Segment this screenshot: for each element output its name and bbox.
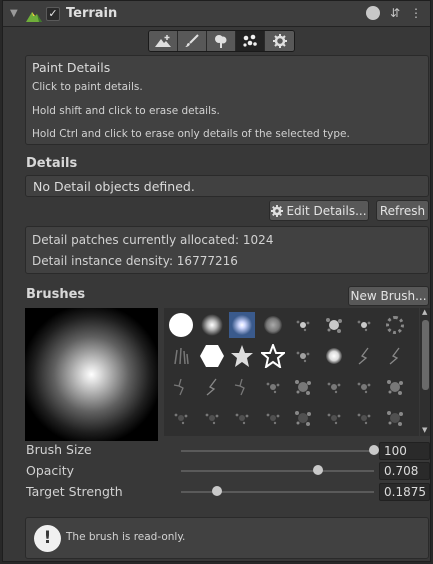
brush-thumbnail[interactable]: [290, 312, 316, 338]
terrain-inspector: ▼ ✓ Terrain ? ⇵ ⋮ Paint Details Click to…: [2, 0, 431, 562]
brush-thumbnail[interactable]: [229, 312, 255, 338]
terrain-tool-toolbar: [148, 30, 295, 52]
brush-thumbnail[interactable]: [168, 405, 194, 431]
paint-details-line-3: Hold Ctrl and click to erase only detail…: [32, 128, 350, 140]
brush-thumbnail[interactable]: [168, 374, 194, 400]
brush-thumbnail[interactable]: [351, 374, 377, 400]
detail-stats-box: Detail patches currently allocated: 1024…: [25, 226, 429, 274]
detail-patches-text: Detail patches currently allocated: 1024: [32, 233, 274, 247]
brush-thumbnail[interactable]: [260, 312, 286, 338]
brushes-heading: Brushes: [26, 287, 86, 302]
detail-list-empty-message: No Detail objects defined.: [33, 179, 195, 194]
brush-thumbnail[interactable]: [260, 374, 286, 400]
brush-thumbnail[interactable]: [321, 374, 347, 400]
brush-thumbnail[interactable]: [321, 312, 347, 338]
target-strength-slider-knob[interactable]: [212, 486, 223, 496]
brush-thumbnail[interactable]: [260, 343, 286, 369]
brush-thumbnail[interactable]: [229, 405, 255, 431]
opacity-slider[interactable]: [181, 470, 374, 472]
brush-thumbnail[interactable]: [168, 312, 194, 338]
new-brush-button[interactable]: New Brush...: [348, 286, 429, 306]
brush-preview: [25, 308, 158, 441]
brush-thumbnail[interactable]: [199, 312, 225, 338]
brush-thumbnail[interactable]: [382, 374, 408, 400]
brush-size-slider-knob[interactable]: [369, 445, 379, 455]
brush-thumbnail[interactable]: [321, 343, 347, 369]
brush-thumbnail[interactable]: [260, 405, 286, 431]
brush-size-label: Brush Size: [26, 442, 92, 457]
target-strength-slider[interactable]: [181, 491, 374, 493]
enabled-checkbox[interactable]: ✓: [46, 6, 60, 21]
read-only-notice-text: The brush is read-only.: [66, 531, 186, 543]
paint-details-line-2: Hold shift and click to erase details.: [32, 105, 220, 117]
brush-thumbnail[interactable]: [290, 374, 316, 400]
raise-lower-tool-button[interactable]: [149, 31, 178, 51]
paint-trees-tool-button[interactable]: [207, 31, 236, 51]
brush-thumbnail[interactable]: [199, 374, 225, 400]
help-icon[interactable]: ?: [365, 6, 380, 20]
details-heading: Details: [26, 156, 78, 171]
component-header[interactable]: ▼ ✓ Terrain ? ⇵ ⋮: [3, 1, 430, 27]
paint-details-tool-button[interactable]: [236, 31, 265, 51]
edit-details-label: Edit Details...: [286, 203, 367, 218]
brush-thumbnail[interactable]: [382, 312, 408, 338]
gear-icon: [271, 204, 284, 217]
brush-thumbnail[interactable]: [351, 343, 377, 369]
edit-details-button[interactable]: Edit Details...: [269, 200, 369, 221]
paint-details-title: Paint Details: [32, 60, 111, 75]
detail-density-text: Detail instance density: 16777216: [32, 254, 238, 268]
scroll-thumb[interactable]: [422, 320, 429, 390]
foldout-arrow-icon[interactable]: ▼: [10, 8, 24, 19]
paint-details-help-box: Paint Details Click to paint details. Ho…: [25, 55, 429, 145]
brush-thumbnail[interactable]: [351, 405, 377, 431]
brush-size-slider[interactable]: [181, 450, 374, 452]
tree-icon: [215, 35, 227, 48]
brush-thumbnail[interactable]: [199, 405, 225, 431]
brush-thumbnail[interactable]: [321, 405, 347, 431]
brush-thumbnail[interactable]: [168, 343, 194, 369]
opacity-label: Opacity: [26, 463, 75, 478]
brush-grid-scrollbar[interactable]: ▲ ▼: [420, 308, 430, 436]
refresh-label: Refresh: [379, 203, 426, 218]
target-strength-field[interactable]: 0.1875: [379, 483, 430, 501]
gear-icon: [272, 34, 287, 48]
detail-list[interactable]: No Detail objects defined.: [25, 175, 429, 197]
info-icon: !: [34, 525, 61, 552]
scroll-down-icon[interactable]: ▼: [422, 426, 427, 434]
opacity-field[interactable]: 0.708: [379, 462, 430, 480]
brush-thumbnail[interactable]: [290, 343, 316, 369]
brush-thumbnail[interactable]: [290, 405, 316, 431]
brush-thumbnail[interactable]: [382, 405, 408, 431]
paintbrush-icon: [185, 34, 199, 47]
brush-thumbnail[interactable]: [229, 343, 255, 369]
brush-thumbnail[interactable]: [382, 343, 408, 369]
brush-grid: [164, 308, 419, 436]
read-only-notice: ! The brush is read-only.: [25, 517, 429, 559]
context-menu-icon[interactable]: ⋮: [410, 6, 422, 20]
flowers-icon: [243, 34, 257, 47]
target-strength-label: Target Strength: [26, 484, 123, 499]
paint-details-line-1: Click to paint details.: [32, 81, 143, 93]
refresh-button[interactable]: Refresh: [376, 200, 429, 221]
new-brush-label: New Brush...: [350, 289, 427, 303]
scroll-up-icon[interactable]: ▲: [422, 308, 427, 316]
paint-texture-tool-button[interactable]: [178, 31, 207, 51]
opacity-slider-knob[interactable]: [312, 465, 323, 475]
brush-thumbnail[interactable]: [351, 312, 377, 338]
brush-size-field[interactable]: 100: [379, 442, 430, 460]
presets-icon[interactable]: ⇵: [390, 6, 400, 20]
terrain-icon: [26, 7, 42, 22]
brush-thumbnail[interactable]: [229, 374, 255, 400]
terrain-settings-tool-button[interactable]: [265, 31, 294, 51]
component-title: Terrain: [66, 6, 118, 21]
brush-thumbnail[interactable]: [199, 343, 225, 369]
mountain-up-icon: [155, 35, 171, 47]
